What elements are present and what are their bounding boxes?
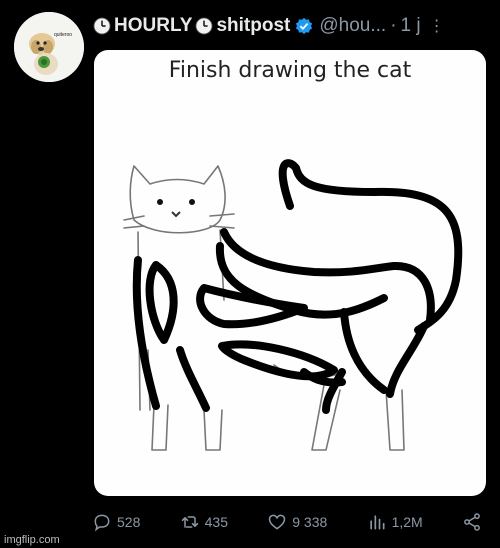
share-button[interactable] [462,512,482,532]
post-header: HOURLY shitpost @hou... · 1 j ⋮ [93,14,486,38]
display-name-part-2: shitpost [216,15,291,36]
clock-icon [195,17,214,35]
views-button[interactable]: 1,2M [367,512,423,532]
avatar-dog-picture [14,12,84,82]
display-name[interactable]: HOURLY shitpost [93,15,290,37]
reply-icon [94,514,110,532]
avatar-label: quiteroo [54,32,73,38]
more-icon[interactable]: ⋮ [429,16,445,36]
watermark: imgflip.com [4,534,60,546]
reply-count: 528 [117,514,141,530]
like-button[interactable]: 9 338 [267,512,327,532]
views-icon [369,515,385,530]
repost-button[interactable]: 435 [180,512,228,532]
like-icon [268,514,286,530]
post-image[interactable]: Finish drawing the cat [94,50,486,496]
handle[interactable]: @hou... [319,15,386,37]
display-name-part-1: HOURLY [114,15,193,36]
reply-button[interactable]: 528 [92,512,140,532]
share-icon [464,513,480,531]
views-count: 1,2M [391,514,423,530]
repost-icon [181,516,198,528]
cat-drawing [123,159,463,451]
post-time[interactable]: 1 j [401,15,421,37]
post-actions: 528 435 9 338 1,2M [92,510,482,534]
verified-badge-icon [296,17,313,35]
like-count: 9 338 [292,514,328,530]
avatar[interactable]: quiteroo [14,12,84,82]
clock-icon [93,17,111,35]
repost-count: 435 [204,514,228,530]
separator: · [390,15,397,36]
